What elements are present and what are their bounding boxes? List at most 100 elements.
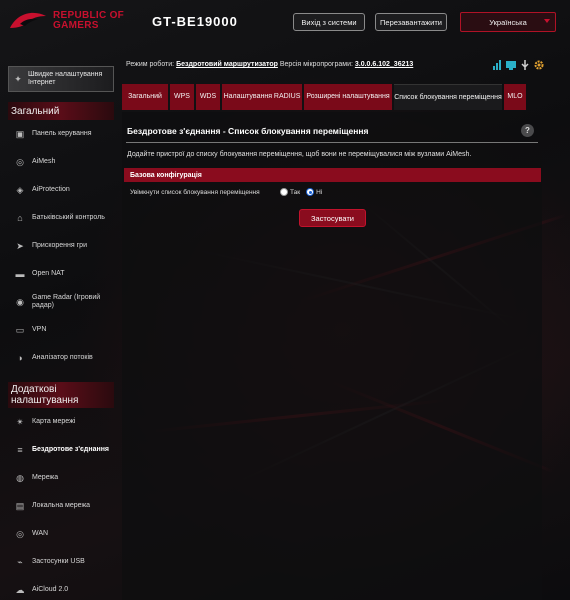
gear-icon[interactable] [534, 60, 544, 70]
tab-2[interactable]: WDS [196, 84, 220, 110]
radio-yes-dot[interactable] [280, 188, 288, 196]
internet-status-icon[interactable] [506, 60, 516, 70]
section-header: Базова конфігурація [124, 168, 541, 182]
tab-4[interactable]: Розширені налаштування [304, 84, 392, 110]
apply-button[interactable]: Застосувати [299, 209, 366, 227]
sidebar-item-label: Карта мережі [32, 418, 76, 425]
radio-no[interactable]: Ні [306, 188, 322, 196]
shield-icon: ◈ [16, 185, 24, 195]
wifi-status-icon[interactable] [492, 60, 502, 70]
sidebar-item-label: AiProtection [32, 186, 70, 193]
radio-no-label: Ні [316, 188, 323, 196]
page-description: Додайте пристрої до списку блокування пе… [127, 151, 472, 158]
rog-eye-icon [10, 12, 46, 28]
tab-6[interactable]: MLO [504, 84, 526, 110]
radio-yes[interactable]: Так [280, 188, 300, 196]
sidebar-item-label: Мережа [32, 474, 59, 481]
sidebar-item-label: Аналізатор потоків [32, 354, 93, 361]
sidebar-item-nat[interactable]: ▬ Open NAT [8, 260, 114, 288]
brand-name: REPUBLIC OF GAMERS [53, 11, 124, 31]
lan-icon: ▤ [15, 501, 25, 511]
rocket-icon: ➤ [16, 241, 24, 251]
sidebar-item-label: Game Radar (Ігровий радар) [32, 294, 101, 309]
usb-status-icon[interactable] [520, 60, 530, 70]
content-panel: Бездротове з'єднання - Список блокування… [122, 112, 542, 600]
parental-icon: ⌂ [17, 213, 23, 223]
status-line: Режим роботи: Бездротовий маршрутизатор … [126, 61, 413, 68]
sidebar-item-label: Open NAT [32, 270, 65, 277]
aimesh-icon: ◎ [16, 157, 24, 167]
cloud-icon: ☁ [15, 585, 25, 595]
sidebar-item-label: Батьківський контроль [32, 214, 105, 221]
header: REPUBLIC OF GAMERS GT-BE19000 Вихід з си… [0, 0, 570, 58]
mode-link[interactable]: Бездротовий маршрутизатор [176, 61, 278, 68]
sidebar-item-vpn[interactable]: ▭ VPN [8, 316, 114, 344]
quick-setup-button[interactable]: ✦ Швидке налаштування Інтернет [8, 66, 114, 92]
general-section-title: Загальний [8, 102, 114, 120]
sidebar-item-label: Бездротове з'єднання [32, 446, 109, 453]
sidebar-item-aimesh[interactable]: ◎ AiMesh [8, 148, 114, 176]
advanced-section-title: Додаткові налаштування [8, 382, 114, 408]
network-icon: ◍ [16, 473, 24, 483]
sidebar-item-dashboard[interactable]: ▣ Панель керування [8, 120, 114, 148]
analyzer-icon: ◑ [17, 353, 23, 363]
sidebar-item-analyzer[interactable]: ◑ Аналізатор потоків [8, 344, 114, 372]
divider [126, 142, 538, 143]
sidebar-item-wireless[interactable]: ≡ Бездротове з'єднання [8, 436, 114, 464]
sidebar-item-network-map[interactable]: ✴ Карта мережі [8, 408, 114, 436]
tab-1[interactable]: WPS [170, 84, 194, 110]
sidebar-item-label: Застосунки USB [32, 558, 85, 565]
wand-icon: ✦ [14, 74, 22, 84]
mode-label: Режим роботи: [126, 61, 175, 68]
sidebar-item-globe[interactable]: ◎ WAN [8, 520, 114, 548]
tab-3[interactable]: Налаштування RADIUS [222, 84, 302, 110]
sidebar-item-label: AiMesh [32, 158, 56, 165]
vpn-icon: ▭ [15, 325, 25, 335]
roaming-block-row: Увімкнути список блокування переміщення … [130, 188, 328, 196]
sidebar-item-label: Панель керування [32, 130, 92, 137]
sidebar-item-shield[interactable]: ◈ AiProtection [8, 176, 114, 204]
network-map-icon: ✴ [16, 417, 24, 427]
sidebar-item-cloud[interactable]: ☁ AiCloud 2.0 [8, 576, 114, 600]
quick-setup-label: Швидке налаштування Інтернет [28, 71, 103, 86]
sidebar-item-label: Прискорення гри [32, 242, 87, 249]
sidebar-item-label: VPN [32, 326, 47, 333]
firmware-link[interactable]: 3.0.0.6.102_36213 [355, 61, 413, 68]
tab-5[interactable]: Список блокування переміщення [394, 84, 502, 110]
sidebar-item-lan[interactable]: ▤ Локальна мережа [8, 492, 114, 520]
language-select[interactable]: Українська [460, 12, 556, 32]
page-title: Бездротове з'єднання - Список блокування… [127, 126, 369, 136]
tab-bar: Загальний WPS WDS Налаштування RADIUS Розшир… [122, 84, 526, 110]
tab-0[interactable]: Загальний [122, 84, 168, 110]
reboot-button[interactable]: Перезавантажити [375, 13, 447, 31]
wireless-icon: ≡ [17, 445, 23, 455]
sidebar-item-network[interactable]: ◍ Мережа [8, 464, 114, 492]
advanced-nav: ✴ Карта мережі ≡ Бездротове з'єднання ◍ Мереж… [8, 408, 114, 600]
sidebar-item-radar[interactable]: ◉ Game Radar (Ігровий радар) [8, 288, 114, 316]
brand-line2: GAMERS [53, 20, 99, 31]
sidebar-item-parental[interactable]: ⌂ Батьківський контроль [8, 204, 114, 232]
radio-yes-label: Так [290, 188, 301, 196]
sidebar-item-usb[interactable]: ⌁ Застосунки USB [8, 548, 114, 576]
sidebar-item-label: AiCloud 2.0 [32, 586, 69, 593]
radar-icon: ◉ [16, 297, 24, 307]
general-nav: ▣ Панель керування ◎ AiMesh ◈ AiProtection ⌂ Ба… [8, 120, 114, 372]
sidebar-item-label: WAN [32, 530, 49, 537]
status-icons [492, 60, 544, 70]
dashboard-icon: ▣ [15, 129, 25, 139]
firmware-label: Версія мікропрограми: [279, 61, 353, 68]
radio-no-dot[interactable] [306, 188, 315, 196]
sidebar-item-rocket[interactable]: ➤ Прискорення гри [8, 232, 114, 260]
roaming-block-label: Увімкнути список блокування переміщення [130, 188, 260, 196]
sidebar: ✦ Швидке налаштування Інтернет Загальний… [8, 66, 114, 600]
model-name: GT-BE19000 [152, 14, 238, 29]
rog-logo[interactable]: REPUBLIC OF GAMERS [8, 8, 124, 34]
help-icon[interactable]: ? [521, 124, 534, 137]
usb-icon: ⌁ [17, 557, 23, 567]
chevron-down-icon [544, 19, 550, 23]
logout-button[interactable]: Вихід з системи [293, 13, 365, 31]
sidebar-item-label: Локальна мережа [32, 502, 91, 509]
language-value: Українська [489, 17, 527, 27]
globe-icon: ◎ [16, 529, 24, 539]
nat-icon: ▬ [15, 269, 25, 279]
